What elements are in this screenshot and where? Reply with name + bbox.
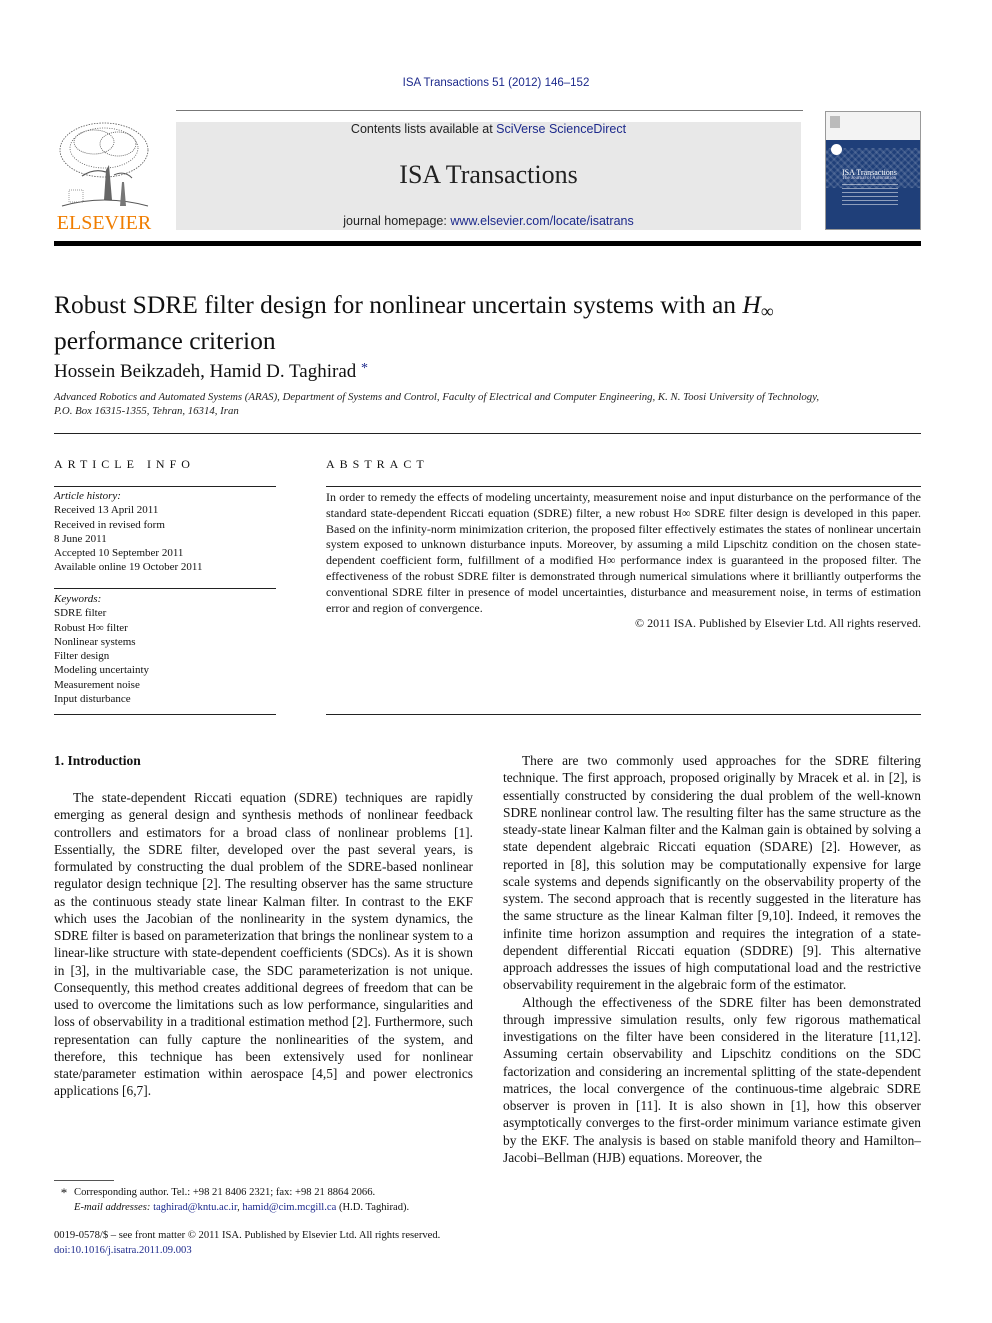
abstract-heading: ABSTRACT xyxy=(326,457,429,471)
isa-badge-icon xyxy=(831,144,842,155)
homepage-prefix: journal homepage: xyxy=(343,214,451,228)
header-divider xyxy=(176,110,803,111)
abstract-text: In order to remedy the effects of modeli… xyxy=(326,490,921,615)
email-suffix: (H.D. Taghirad). xyxy=(336,1201,410,1213)
keywords: Keywords: SDRE filter Robust H∞ filter N… xyxy=(54,592,276,706)
footnote-divider xyxy=(54,1180,114,1181)
journal-masthead: Contents lists available at SciVerse Sci… xyxy=(176,122,801,230)
elsevier-wordmark: ELSEVIER xyxy=(56,212,152,234)
title-part2: performance criterion xyxy=(54,326,276,355)
footnote-mark: * xyxy=(60,1185,68,1200)
intro-paragraph: There are two commonly used approaches f… xyxy=(503,753,921,993)
abstract-body: In order to remedy the effects of modeli… xyxy=(326,490,921,632)
keyword-item: Input disturbance xyxy=(54,693,131,706)
keyword-item: Nonlinear systems xyxy=(54,635,136,648)
header-thick-rule xyxy=(54,241,921,246)
article-title: Robust SDRE filter design for nonlinear … xyxy=(54,290,914,355)
article-info-divider-top xyxy=(54,486,276,487)
left-column: The state-dependent Riccati equation (SD… xyxy=(54,789,473,1100)
history-item: Received 13 April 2011 xyxy=(54,504,159,517)
sciencedirect-link[interactable]: SciVerse ScienceDirect xyxy=(496,122,626,136)
authors: Hossein Beikzadeh, Hamid D. Taghirad * xyxy=(54,361,368,383)
affiliation: Advanced Robotics and Automated Systems … xyxy=(54,390,924,418)
corresponding-author-mark[interactable]: * xyxy=(361,361,368,376)
affiliation-line2: P.O. Box 16315-1355, Tehran, 16314, Iran xyxy=(54,405,239,417)
front-matter: 0019-0578/$ – see front matter © 2011 IS… xyxy=(54,1229,524,1258)
article-history: Article history: Received 13 April 2011 … xyxy=(54,489,276,575)
elsevier-logo[interactable]: ELSEVIER xyxy=(54,120,154,235)
keyword-item: Robust H∞ filter xyxy=(54,621,128,634)
keyword-item: Modeling uncertainty xyxy=(54,664,150,677)
keywords-label: Keywords: xyxy=(54,593,102,605)
abstract-copyright: © 2011 ISA. Published by Elsevier Ltd. A… xyxy=(635,616,921,631)
keyword-item: SDRE filter xyxy=(54,607,107,620)
intro-paragraph: The state-dependent Riccati equation (SD… xyxy=(54,790,473,1099)
article-info-divider-mid xyxy=(54,588,276,589)
article-info-heading: ARTICLE INFO xyxy=(54,457,195,471)
history-label: Article history: xyxy=(54,490,121,502)
journal-cover-image[interactable]: ISA Transactions The Journal of Automati… xyxy=(825,111,921,230)
email-label: E-mail addresses: xyxy=(74,1201,154,1213)
contents-prefix: Contents lists available at xyxy=(350,122,497,136)
article-info-divider-bottom xyxy=(54,714,276,715)
journal-title: ISA Transactions xyxy=(399,160,578,189)
affiliation-line1: Advanced Robotics and Automated Systems … xyxy=(54,391,820,403)
issn-line: 0019-0578/$ – see front matter © 2011 IS… xyxy=(54,1230,441,1241)
history-item: Received in revised form xyxy=(54,518,165,531)
affiliation-divider xyxy=(54,433,921,434)
title-math-h: H xyxy=(742,290,761,319)
contents-line: Contents lists available at SciVerse Sci… xyxy=(176,122,801,136)
cover-text-lines xyxy=(842,184,898,208)
abstract-divider-bottom xyxy=(326,714,921,715)
intro-paragraph: Although the effectiveness of the SDRE f… xyxy=(503,994,921,1165)
title-part1: Robust SDRE filter design for nonlinear … xyxy=(54,290,743,319)
cover-header-band xyxy=(826,112,920,140)
homepage-line: journal homepage: www.elsevier.com/locat… xyxy=(176,214,801,228)
history-item: Accepted 10 September 2011 xyxy=(54,547,184,560)
history-item: 8 June 2011 xyxy=(54,532,107,545)
history-item: Available online 19 October 2011 xyxy=(54,561,203,574)
journal-homepage-link[interactable]: www.elsevier.com/locate/isatrans xyxy=(450,214,633,228)
email-link-mcgill[interactable]: hamid@cim.mcgill.ca xyxy=(242,1202,336,1213)
title-math-infinity: ∞ xyxy=(760,301,774,321)
abstract-divider-top xyxy=(326,486,921,487)
section-heading-introduction: 1. Introduction xyxy=(54,753,141,768)
right-column: There are two commonly used approaches f… xyxy=(503,752,921,1166)
keyword-item: Measurement noise xyxy=(54,678,140,691)
journal-citation[interactable]: ISA Transactions 51 (2012) 146–152 xyxy=(0,77,992,89)
corresponding-author-footnote: * Corresponding author. Tel.: +98 21 8406… xyxy=(54,1185,494,1215)
author-names: Hossein Beikzadeh, Hamid D. Taghirad xyxy=(54,361,357,382)
doi-link[interactable]: doi:10.1016/j.isatra.2011.09.003 xyxy=(54,1245,192,1256)
email-link-kntu[interactable]: taghirad@kntu.ac.ir xyxy=(153,1202,237,1213)
cover-elsevier-icon xyxy=(830,116,840,128)
cover-subtitle: The Journal of Automation xyxy=(842,176,897,181)
elsevier-tree-icon xyxy=(59,122,149,207)
corresponding-info: Corresponding author. Tel.: +98 21 8406 … xyxy=(74,1187,376,1198)
keyword-item: Filter design xyxy=(54,650,110,663)
